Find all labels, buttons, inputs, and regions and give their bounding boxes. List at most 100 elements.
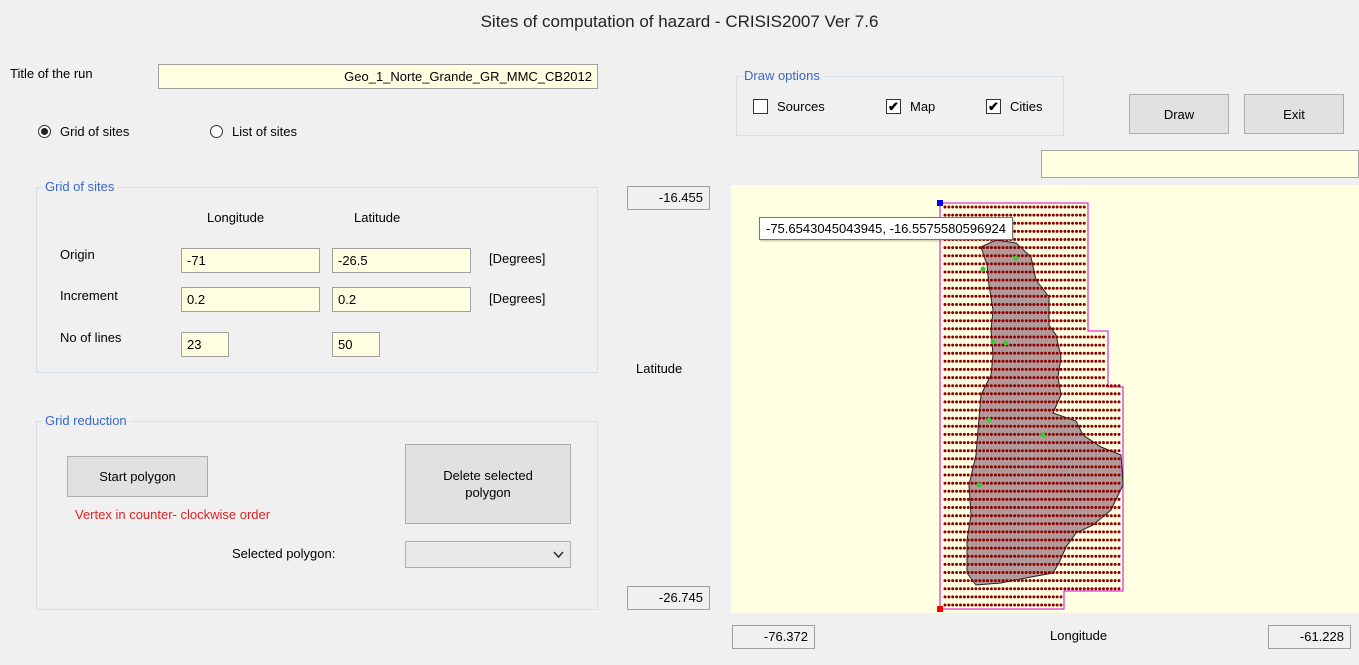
increment-latitude-input[interactable]: 0.2 [332, 287, 471, 312]
site-dot [1036, 311, 1040, 315]
selected-polygon-select[interactable] [405, 541, 571, 568]
site-dot [989, 392, 993, 396]
site-dot [1047, 262, 1051, 266]
site-dot [1020, 514, 1024, 518]
site-dot [1032, 408, 1036, 412]
site-dot [1055, 408, 1059, 412]
site-dot [943, 351, 947, 355]
site-dot [1078, 319, 1082, 323]
window-title: Sites of computation of hazard - CRISIS2… [480, 12, 879, 31]
radio-list-indicator[interactable] [210, 125, 223, 138]
origin-longitude-input[interactable]: -71 [181, 248, 320, 273]
site-dot [993, 571, 997, 574]
site-dot [986, 457, 989, 461]
site-dot [974, 205, 978, 209]
site-dot [1005, 408, 1009, 412]
site-dot [1020, 213, 1024, 217]
site-dot [970, 254, 974, 258]
map-drawing[interactable] [731, 185, 1359, 613]
sources-checkbox[interactable]: Sources [753, 99, 825, 114]
site-dot [1009, 579, 1013, 583]
site-dot [1028, 238, 1032, 241]
site-dot [1063, 303, 1067, 306]
start-polygon-button[interactable]: Start polygon [67, 456, 208, 497]
site-dot [1028, 319, 1032, 323]
site-dot [959, 522, 962, 526]
site-dot [962, 587, 966, 591]
site-dot [1067, 579, 1071, 583]
site-dot [1024, 303, 1028, 306]
site-dot [1078, 424, 1082, 428]
site-dot [997, 562, 1001, 566]
site-dot [1055, 546, 1059, 550]
site-dot [1071, 489, 1075, 493]
site-dot [962, 327, 966, 331]
radio-grid-indicator[interactable] [38, 125, 51, 138]
site-dot [959, 254, 962, 258]
site-dot [993, 489, 997, 493]
site-dot [1051, 221, 1055, 225]
site-dot [943, 384, 947, 388]
site-dot [1044, 522, 1047, 526]
site-dot [986, 270, 989, 274]
delete-selected-polygon-button[interactable]: Delete selected polygon [405, 444, 571, 524]
site-dot [1040, 278, 1044, 282]
site-dot [978, 506, 982, 509]
site-dot [1013, 311, 1017, 315]
site-dot [959, 359, 962, 363]
sources-check-box[interactable] [753, 99, 768, 114]
radio-list-of-sites[interactable]: List of sites [210, 124, 297, 139]
site-dot [1094, 506, 1098, 509]
site-dot [978, 303, 982, 306]
origin-latitude-input[interactable]: -26.5 [332, 248, 471, 273]
site-dot [997, 376, 1001, 380]
draw-button[interactable]: Draw [1129, 94, 1229, 134]
site-dot [982, 441, 986, 445]
site-dot [1086, 351, 1090, 355]
site-dot [951, 562, 955, 566]
site-dot [1075, 262, 1078, 266]
map-checkbox[interactable]: ✔ Map [886, 99, 935, 114]
site-dot [974, 270, 978, 274]
site-dot [1098, 441, 1102, 445]
lines-longitude-input[interactable]: 23 [181, 332, 229, 357]
site-dot [1055, 587, 1059, 591]
site-dot [986, 303, 989, 306]
map-check-box[interactable]: ✔ [886, 99, 901, 114]
site-dot [993, 522, 997, 526]
site-dot [1086, 506, 1090, 509]
site-dot [1032, 546, 1036, 550]
site-dot [966, 319, 970, 323]
exit-button[interactable]: Exit [1244, 94, 1344, 134]
site-dot [997, 311, 1001, 315]
site-dot [970, 506, 974, 509]
site-dot [1055, 359, 1059, 363]
site-dot [955, 384, 959, 388]
site-dot [962, 205, 966, 209]
site-dot [1028, 294, 1032, 298]
lines-latitude-input[interactable]: 50 [332, 332, 380, 357]
run-title-input[interactable]: Geo_1_Norte_Grande_GR_MMC_CB2012 [158, 64, 598, 89]
site-dot [1090, 416, 1094, 420]
map-canvas[interactable]: -75.6543045043945, -16.5575580596924 [731, 185, 1359, 613]
site-dot [1047, 335, 1051, 339]
site-dot [1086, 343, 1090, 347]
cities-check-box[interactable]: ✔ [986, 99, 1001, 114]
site-dot [1036, 286, 1040, 290]
site-dot [943, 205, 947, 209]
site-dot [1028, 254, 1032, 258]
radio-grid-of-sites[interactable]: Grid of sites [38, 124, 129, 139]
site-dot [1098, 343, 1102, 347]
site-dot [1067, 262, 1071, 266]
increment-longitude-input[interactable]: 0.2 [181, 287, 320, 312]
site-dot [1001, 432, 1005, 436]
site-dot [1009, 554, 1013, 558]
site-dot [1028, 481, 1032, 485]
site-dot [951, 303, 955, 306]
site-dot [1005, 522, 1009, 526]
site-dot [966, 424, 970, 428]
cities-checkbox[interactable]: ✔ Cities [986, 99, 1043, 114]
site-dot [1094, 514, 1098, 518]
site-dot [1032, 506, 1036, 509]
site-dot [1109, 554, 1113, 558]
